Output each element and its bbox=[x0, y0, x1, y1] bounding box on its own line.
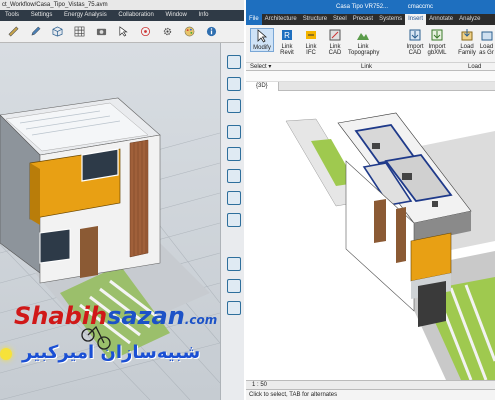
tab-architecture[interactable]: Architecture bbox=[262, 14, 300, 25]
load-family-icon bbox=[461, 29, 473, 41]
import-cad-button[interactable]: Import CAD bbox=[404, 28, 426, 56]
tab-analyze[interactable]: Analyze bbox=[456, 14, 483, 25]
sun-icon bbox=[0, 348, 12, 360]
right-app-window: Casa Tipo VR752... cmaccmc File Architect… bbox=[246, 0, 495, 400]
grid-icon[interactable] bbox=[74, 26, 85, 37]
link-ifc-button[interactable]: Link IFC bbox=[300, 28, 322, 56]
zoom-out-icon[interactable] bbox=[227, 279, 241, 293]
view-tab-bar: {3D} bbox=[246, 82, 495, 91]
navigate-cube-icon[interactable] bbox=[227, 55, 241, 69]
cube-icon[interactable] bbox=[227, 77, 241, 91]
link-topography-button[interactable]: Link Topography bbox=[348, 28, 379, 56]
svg-text:R: R bbox=[284, 31, 290, 40]
modify-button[interactable]: Modify bbox=[250, 28, 274, 52]
tab-insert[interactable]: Insert bbox=[405, 14, 427, 25]
left-menu-bar: Tools Settings Energy Analysis Collabora… bbox=[0, 10, 244, 21]
ribbon-panel-labels: Select ▾ Link Load bbox=[246, 62, 495, 71]
walk-icon[interactable] bbox=[227, 147, 241, 161]
link-ifc-icon bbox=[306, 31, 316, 39]
status-text: Click to select, TAB for alternates bbox=[249, 392, 338, 398]
tab-systems[interactable]: Systems bbox=[376, 14, 405, 25]
right-3d-viewport[interactable] bbox=[246, 91, 495, 380]
left-window-title: ct_Workflow/Casa_Tipo_Vistas_75.avm bbox=[0, 0, 244, 10]
menu-item-settings[interactable]: Settings bbox=[31, 10, 53, 21]
view-tab-3d[interactable]: {3D} bbox=[246, 82, 279, 91]
cube-icon[interactable] bbox=[52, 26, 63, 37]
scale-label[interactable]: 1 : 50 bbox=[252, 382, 267, 388]
menu-item-energy-analysis[interactable]: Energy Analysis bbox=[64, 10, 107, 21]
tab-file[interactable]: File bbox=[246, 14, 262, 25]
link-revit-button[interactable]: R Link Revit bbox=[276, 28, 298, 56]
settings-icon[interactable] bbox=[227, 191, 241, 205]
menu-item-collaboration[interactable]: Collaboration bbox=[118, 10, 153, 21]
menu-item-info[interactable]: Info bbox=[198, 10, 208, 21]
link-cad-icon bbox=[329, 29, 341, 41]
zoom-in-icon[interactable] bbox=[227, 257, 241, 271]
tab-precast[interactable]: Precast bbox=[350, 14, 376, 25]
tab-structure[interactable]: Structure bbox=[300, 14, 330, 25]
pencil-icon[interactable] bbox=[30, 26, 41, 37]
watermark-persian-text: شبیه‌سازان امیرکبیر bbox=[22, 342, 201, 363]
load-group-icon bbox=[481, 31, 492, 41]
view-control-bar: 1 : 50 bbox=[246, 380, 495, 389]
pan-icon[interactable] bbox=[227, 99, 241, 113]
look-icon[interactable] bbox=[227, 169, 241, 183]
menu-item-tools[interactable]: Tools bbox=[5, 10, 19, 21]
watermark-logo: Shabihsazan.com شبیه‌سازان امیرکبیر bbox=[0, 300, 240, 380]
link-revit-icon: R bbox=[282, 30, 292, 40]
orbit-icon[interactable] bbox=[227, 125, 241, 139]
right-building-section-render bbox=[285, 112, 495, 380]
user-name[interactable]: cmaccmc bbox=[408, 4, 433, 10]
title-text: Casa Tipo VR752... bbox=[336, 4, 389, 10]
ribbon-tabs: File Architecture Structure Steel Precast Sys… bbox=[246, 14, 495, 25]
menu-item-window[interactable]: Window bbox=[165, 10, 186, 21]
left-toolbar bbox=[0, 21, 244, 43]
cursor-icon bbox=[257, 29, 268, 43]
watermark-latin-text: Shabihsazan.com bbox=[14, 302, 218, 330]
link-cad-button[interactable]: Link CAD bbox=[324, 28, 346, 56]
tab-steel[interactable]: Steel bbox=[330, 14, 350, 25]
tab-annotate[interactable]: Annotate bbox=[426, 14, 456, 25]
camera-icon[interactable] bbox=[96, 26, 107, 37]
import-gbxml-button[interactable]: Import gbXML bbox=[426, 28, 448, 56]
status-bar: Click to select, TAB for alternates bbox=[246, 389, 495, 400]
cursor-icon[interactable] bbox=[118, 26, 129, 37]
options-bar bbox=[246, 71, 495, 82]
target-icon[interactable] bbox=[140, 26, 151, 37]
measure-icon[interactable] bbox=[8, 26, 19, 37]
palette-icon[interactable] bbox=[184, 26, 195, 37]
right-window-title: Casa Tipo VR752... cmaccmc bbox=[246, 0, 495, 14]
load-as-group-button[interactable]: Load as Gr bbox=[478, 28, 495, 56]
gear-icon[interactable] bbox=[162, 26, 173, 37]
topography-icon bbox=[357, 33, 369, 40]
load-family-button[interactable]: Load Family bbox=[456, 28, 478, 56]
import-cad-icon bbox=[409, 29, 421, 41]
import-gbxml-icon bbox=[431, 29, 443, 41]
info-icon[interactable] bbox=[206, 26, 217, 37]
hand-icon[interactable] bbox=[227, 213, 241, 227]
